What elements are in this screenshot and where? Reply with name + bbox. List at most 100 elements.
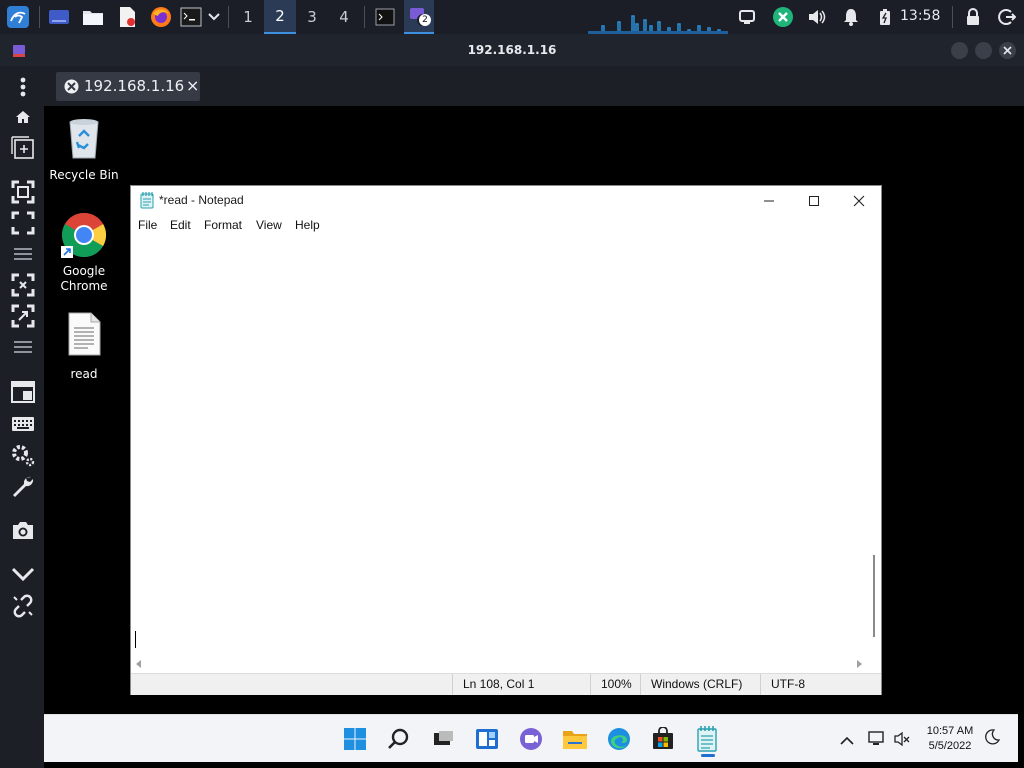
network-icon[interactable] <box>868 731 888 749</box>
keyboard-icon[interactable] <box>10 411 36 437</box>
fullscreen-icon[interactable] <box>10 210 36 236</box>
task-view-button[interactable] <box>428 724 458 754</box>
widgets-button[interactable] <box>472 724 502 754</box>
multi-monitor-icon[interactable] <box>10 379 36 405</box>
search-icon <box>388 728 409 749</box>
store-button[interactable] <box>648 724 678 754</box>
terminal-icon[interactable] <box>178 4 204 30</box>
menu-view[interactable]: View <box>256 218 282 232</box>
workspace-1[interactable]: 1 <box>232 0 264 34</box>
text-cursor <box>135 631 136 648</box>
recycle-bin-icon <box>69 119 99 159</box>
speaker-muted-icon[interactable] <box>894 731 912 749</box>
list-icon[interactable] <box>10 241 36 267</box>
firefox-icon[interactable] <box>148 4 174 30</box>
maximize-button[interactable] <box>791 186 836 216</box>
windows-taskbar: 10:57 AM 5/5/2022 <box>44 714 1018 762</box>
vertical-scroll-thumb[interactable] <box>873 555 875 637</box>
horizontal-scrollbar[interactable] <box>133 657 867 671</box>
chevron-down-icon[interactable] <box>206 4 222 30</box>
home-icon[interactable] <box>10 104 36 130</box>
notepad-icon <box>140 192 154 209</box>
vertical-scrollbar[interactable] <box>867 235 881 657</box>
tools-wrench-icon[interactable] <box>10 473 36 499</box>
scroll-left-arrow-icon[interactable] <box>135 660 143 668</box>
tray-chevron-up-icon[interactable] <box>840 731 856 747</box>
menu-file[interactable]: File <box>138 218 157 232</box>
disconnect-icon[interactable] <box>10 593 36 619</box>
new-connection-icon[interactable] <box>10 135 36 161</box>
collapse-chevron-icon[interactable] <box>10 561 36 587</box>
connection-tab-label: 192.168.1.16 <box>84 77 185 95</box>
viewer-close-button[interactable] <box>999 42 1016 59</box>
file-manager-icon[interactable] <box>80 4 106 30</box>
display-icon[interactable] <box>736 4 758 30</box>
menu-format[interactable]: Format <box>204 218 242 232</box>
notepad-icon <box>697 726 717 752</box>
scale-icon[interactable] <box>10 272 36 298</box>
more-menu-icon[interactable] <box>10 74 36 100</box>
menu-edit[interactable]: Edit <box>170 218 191 232</box>
update-icon[interactable] <box>770 4 796 30</box>
workspace-4[interactable]: 4 <box>328 0 360 34</box>
desktop-icon-label: Google Chrome <box>60 264 108 293</box>
file-explorer-button[interactable] <box>560 724 590 754</box>
screenshot-camera-icon[interactable] <box>10 517 36 543</box>
text-editor-icon[interactable] <box>114 4 140 30</box>
store-icon <box>653 727 673 749</box>
start-button[interactable] <box>340 724 370 754</box>
active-app-indicator <box>701 754 715 757</box>
expand-icon[interactable] <box>10 303 36 329</box>
lock-icon[interactable] <box>962 4 984 30</box>
network-graph-icon <box>588 15 728 34</box>
remote-viewer-task[interactable]: 2 <box>404 0 434 34</box>
close-button[interactable] <box>836 186 881 216</box>
panel-clock[interactable]: 13:58 <box>900 8 940 24</box>
status-line-endings: Windows (CRLF) <box>640 674 760 695</box>
viewer-maximize-button[interactable] <box>975 42 992 59</box>
widgets-icon <box>476 729 498 749</box>
teams-chat-button[interactable] <box>516 724 546 754</box>
preferences-icon[interactable] <box>10 442 36 468</box>
edge-icon <box>608 728 630 750</box>
viewer-minimize-button[interactable] <box>951 42 968 59</box>
notepad-title: *read - Notepad <box>159 193 244 207</box>
fit-window-icon[interactable] <box>10 179 36 205</box>
scroll-right-arrow-icon[interactable] <box>855 660 863 668</box>
chat-icon <box>520 728 542 750</box>
workspace-2[interactable]: 2 <box>264 0 296 34</box>
kali-menu-icon[interactable] <box>4 4 32 30</box>
logout-icon[interactable] <box>996 4 1018 30</box>
tray-clock[interactable]: 10:57 AM 5/5/2022 <box>920 724 980 754</box>
terminal-task-icon[interactable] <box>372 4 398 30</box>
edge-button[interactable] <box>604 724 634 754</box>
viewer-titlebar: 192.168.1.16 <box>0 34 1024 66</box>
notepad-taskbar-button[interactable] <box>692 724 722 757</box>
chrome-icon <box>61 213 107 258</box>
notepad-titlebar[interactable]: *read - Notepad <box>131 186 881 216</box>
notepad-text-area[interactable] <box>133 235 867 657</box>
search-button[interactable] <box>384 724 414 754</box>
task-count-badge: 2 <box>419 14 431 26</box>
desktop-icon-label: Recycle Bin <box>49 168 119 182</box>
bell-icon[interactable] <box>840 4 862 30</box>
connection-tab-close-button[interactable]: × <box>186 76 199 95</box>
show-desktop-icon[interactable] <box>46 4 72 30</box>
viewer-tabbar: 192.168.1.16 × <box>44 66 1024 106</box>
desktop-icon-chrome[interactable]: Google Chrome <box>44 212 124 294</box>
connection-tab[interactable]: 192.168.1.16 × <box>56 72 200 101</box>
menu-help[interactable]: Help <box>295 218 320 232</box>
volume-icon[interactable] <box>806 4 828 30</box>
desktop-icon-recycle-bin[interactable]: Recycle Bin <box>44 114 124 183</box>
windows-logo-icon <box>344 728 366 750</box>
list-icon-2[interactable] <box>10 334 36 360</box>
status-line-column: Ln 108, Col 1 <box>452 674 590 695</box>
desktop-icon-read[interactable]: read <box>44 312 124 382</box>
minimize-button[interactable] <box>746 186 791 216</box>
tray-date: 5/5/2022 <box>928 740 972 752</box>
focus-assist-moon-icon[interactable] <box>984 729 1002 747</box>
workspace-3[interactable]: 3 <box>296 0 328 34</box>
notepad-window: *read - Notepad File Edit Format View He… <box>130 185 882 695</box>
viewer-window-title: 192.168.1.16 <box>467 43 557 57</box>
top-panel: 1 2 3 4 2 13:58 <box>0 0 1024 34</box>
